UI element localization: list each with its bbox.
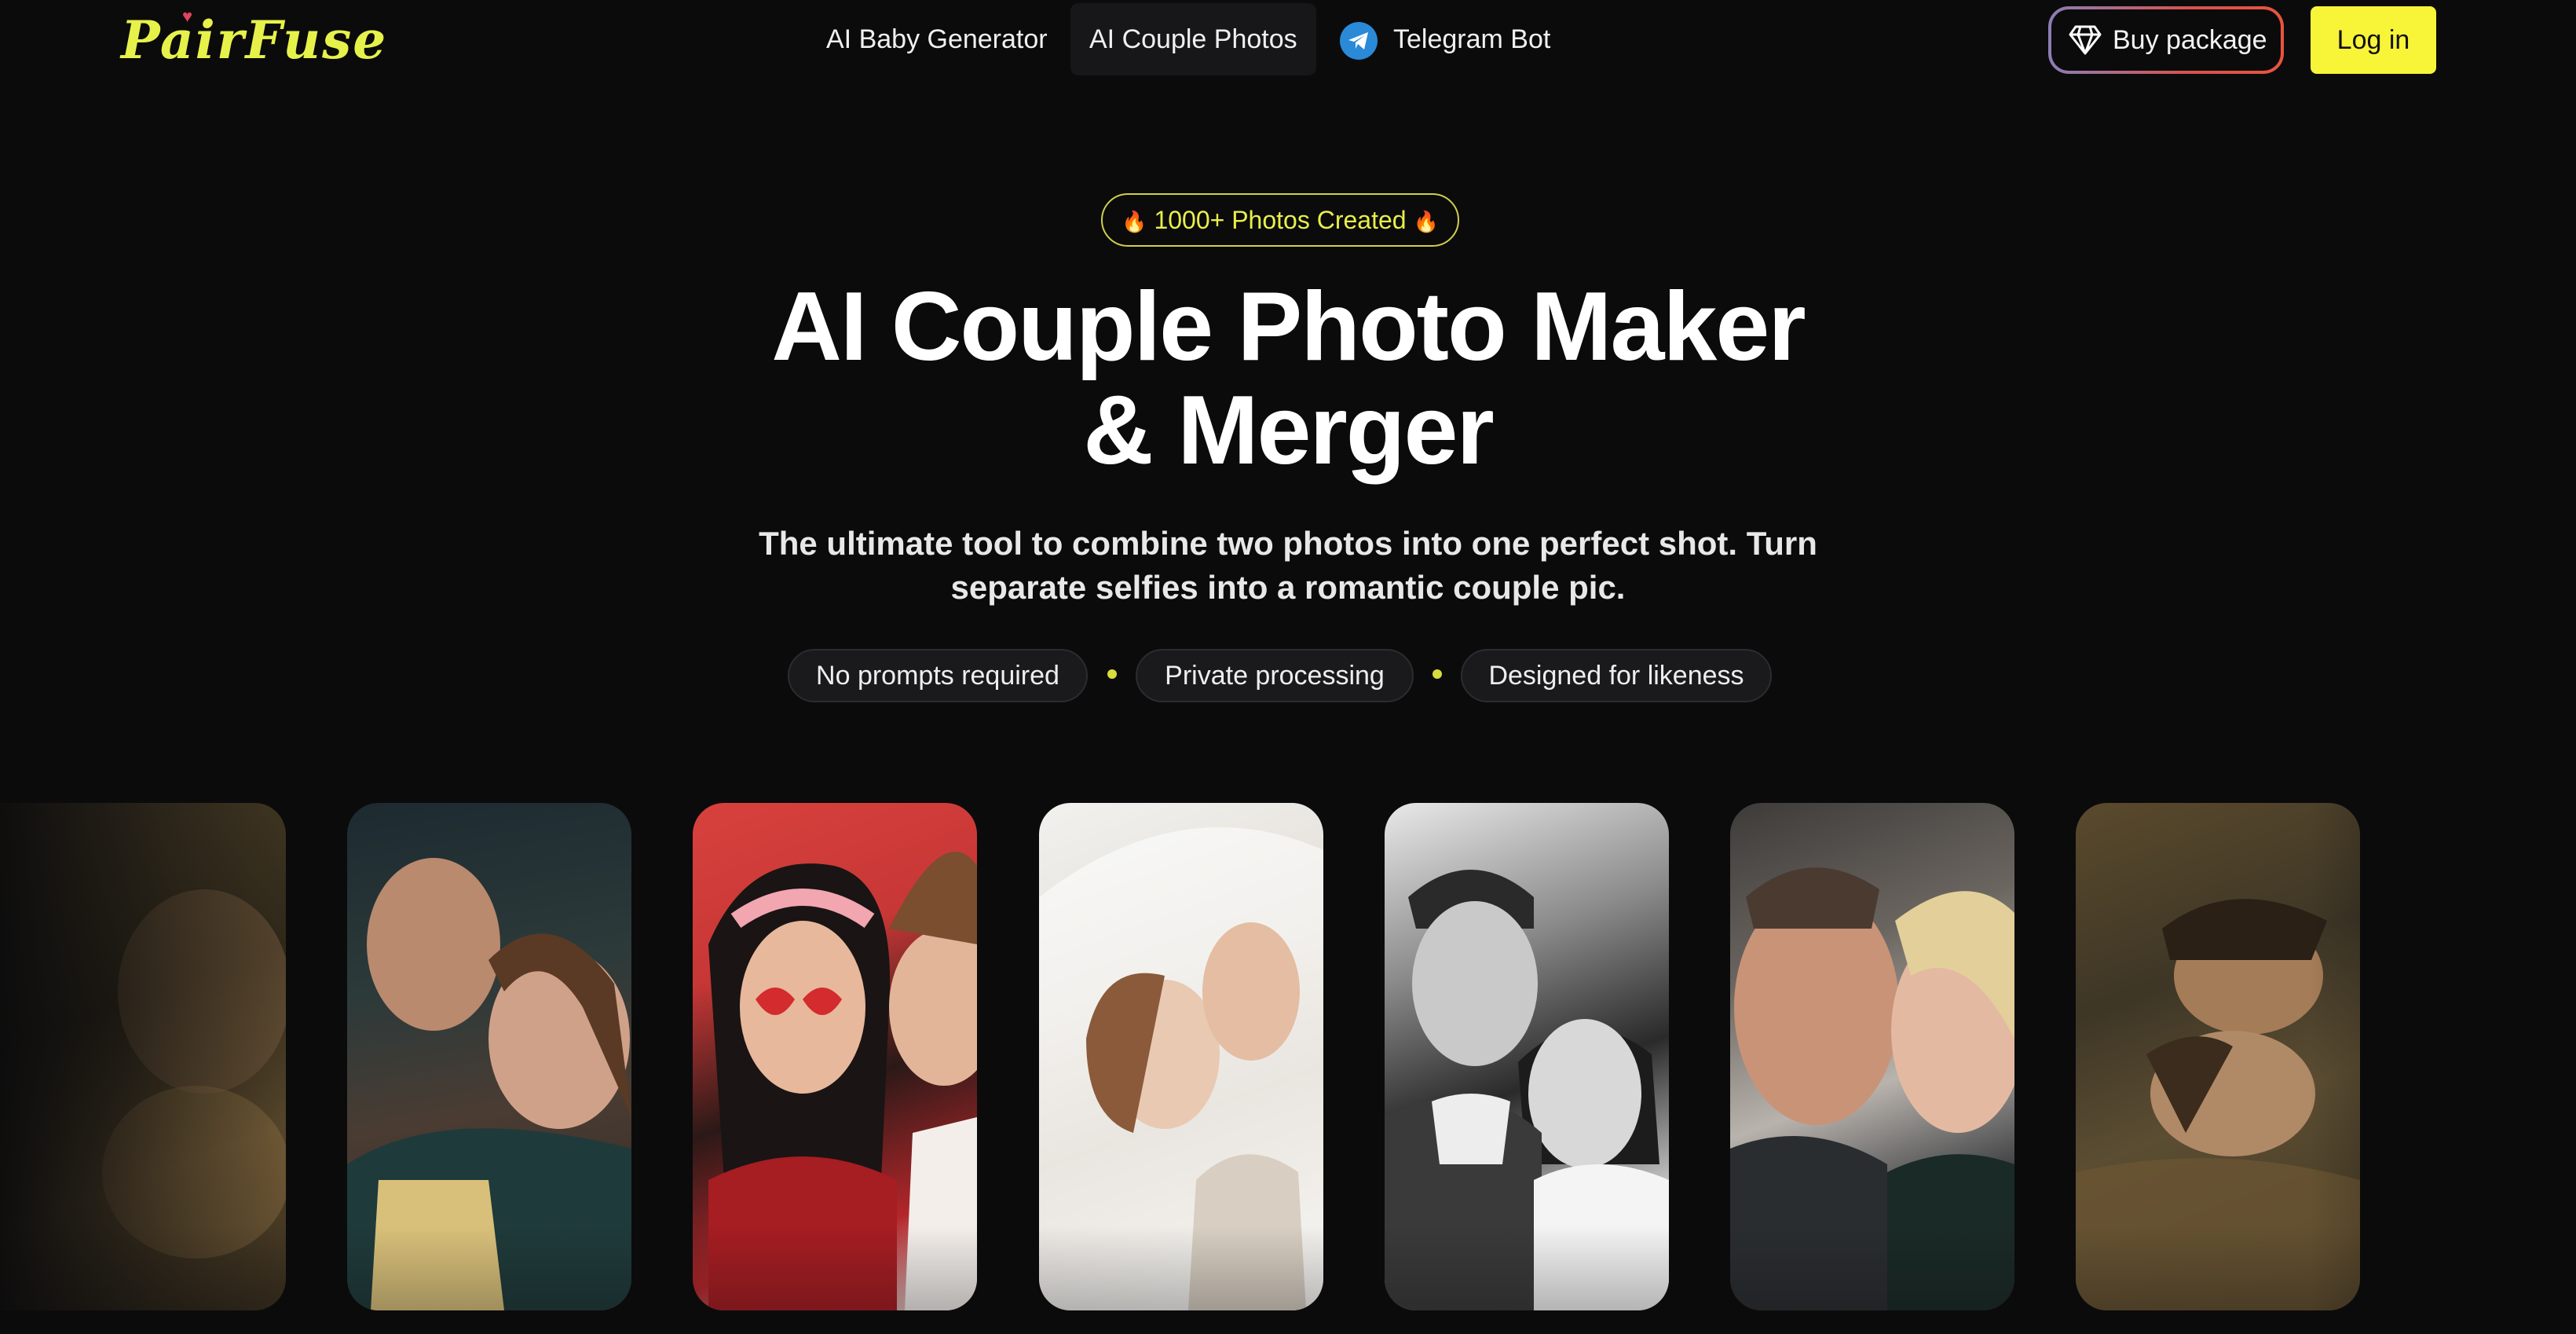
buy-package-button[interactable]: Buy package bbox=[2048, 6, 2284, 74]
separator-dot bbox=[1433, 669, 1442, 679]
fire-icon: 🔥 bbox=[1413, 210, 1439, 233]
hero-title: AI Couple Photo Maker & Merger bbox=[581, 275, 1995, 482]
hero-title-line2: & Merger bbox=[1083, 376, 1494, 485]
feature-pill-no-prompts: No prompts required bbox=[788, 649, 1088, 702]
diamond-icon bbox=[2069, 25, 2102, 55]
nav-ai-couple-photos[interactable]: AI Couple Photos bbox=[1070, 3, 1316, 75]
nav-telegram-bot[interactable]: Telegram Bot bbox=[1374, 3, 1569, 75]
photos-created-badge: 🔥 1000+ Photos Created 🔥 bbox=[1101, 193, 1459, 247]
gallery-fade-bottom bbox=[0, 1226, 2576, 1334]
top-nav: PairFuse ♥ AI Baby Generator AI Couple P… bbox=[0, 0, 2576, 82]
buy-package-label: Buy package bbox=[2113, 25, 2267, 55]
separator-dot bbox=[1107, 669, 1117, 679]
heart-icon: ♥ bbox=[182, 6, 193, 26]
hero-title-line1: AI Couple Photo Maker bbox=[771, 273, 1806, 381]
badge-text: 1000+ Photos Created bbox=[1154, 206, 1407, 234]
hero-subtitle-line2: separate selfies into a romantic couple … bbox=[950, 569, 1626, 606]
page: PairFuse ♥ AI Baby Generator AI Couple P… bbox=[0, 0, 2576, 1334]
nav-ai-baby-generator[interactable]: AI Baby Generator bbox=[807, 3, 1067, 75]
telegram-icon bbox=[1340, 22, 1378, 60]
logo[interactable]: PairFuse bbox=[121, 11, 387, 69]
hero-subtitle-line1: The ultimate tool to combine two photos … bbox=[759, 525, 1817, 562]
feature-pill-private: Private processing bbox=[1136, 649, 1414, 702]
hero-subtitle: The ultimate tool to combine two photos … bbox=[738, 522, 1838, 610]
fire-icon: 🔥 bbox=[1122, 210, 1147, 233]
feature-pill-likeness: Designed for likeness bbox=[1461, 649, 1772, 702]
login-button[interactable]: Log in bbox=[2311, 6, 2436, 74]
